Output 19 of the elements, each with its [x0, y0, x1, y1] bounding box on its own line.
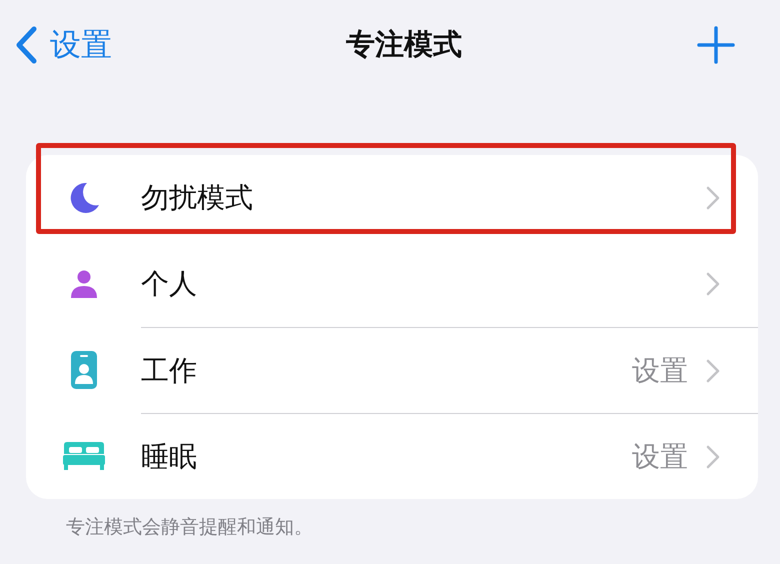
- mode-label: 个人: [141, 266, 198, 302]
- page-title: 专注模式: [346, 26, 462, 64]
- footer-note: 专注模式会静音提醒和通知。: [66, 515, 314, 540]
- mode-label: 工作: [141, 352, 198, 388]
- chevron-icon: [706, 272, 720, 296]
- back-button[interactable]: 设置: [14, 22, 112, 68]
- mode-status: 设置: [632, 438, 688, 474]
- mode-row[interactable]: 工作 设置: [26, 327, 758, 413]
- chevron-icon: [706, 186, 720, 210]
- mode-label: 睡眠: [141, 438, 198, 474]
- add-button[interactable]: [696, 25, 736, 65]
- mode-label: 勿扰模式: [141, 180, 254, 216]
- mode-row[interactable]: 勿扰模式: [26, 155, 758, 241]
- chevron-icon: [706, 358, 720, 382]
- back-chevron-icon: [14, 25, 38, 65]
- mode-row[interactable]: 个人: [26, 241, 758, 327]
- mode-status: 设置: [632, 352, 688, 388]
- chevron-icon: [706, 444, 720, 468]
- mode-row[interactable]: 睡眠 设置: [26, 413, 758, 499]
